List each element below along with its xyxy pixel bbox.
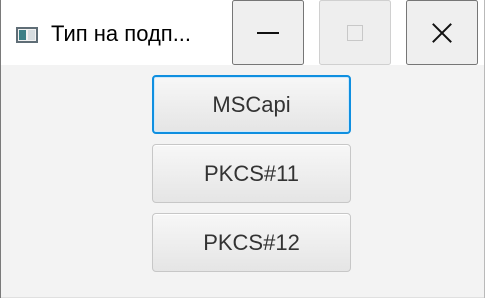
signature-type-window: Тип на подп... MSCapi PKCS#11 PKCS#12 bbox=[0, 0, 485, 298]
window-icon-content bbox=[28, 30, 35, 40]
minimize-button[interactable] bbox=[232, 0, 304, 65]
maximize-button bbox=[319, 0, 391, 65]
pkcs11-button[interactable]: PKCS#11 bbox=[152, 144, 351, 203]
mscapi-button[interactable]: MSCapi bbox=[152, 75, 351, 134]
pkcs12-button[interactable]: PKCS#12 bbox=[152, 213, 351, 272]
close-icon bbox=[431, 22, 453, 44]
maximize-icon bbox=[347, 24, 363, 41]
java-window-icon bbox=[16, 27, 38, 43]
close-button[interactable] bbox=[406, 0, 478, 65]
title-bar[interactable]: Тип на подп... bbox=[1, 0, 484, 65]
window-icon-accent bbox=[19, 30, 26, 40]
minimize-icon bbox=[257, 31, 279, 34]
window-title: Тип на подп... bbox=[51, 21, 192, 46]
signature-type-options: MSCapi PKCS#11 PKCS#12 bbox=[1, 65, 484, 298]
